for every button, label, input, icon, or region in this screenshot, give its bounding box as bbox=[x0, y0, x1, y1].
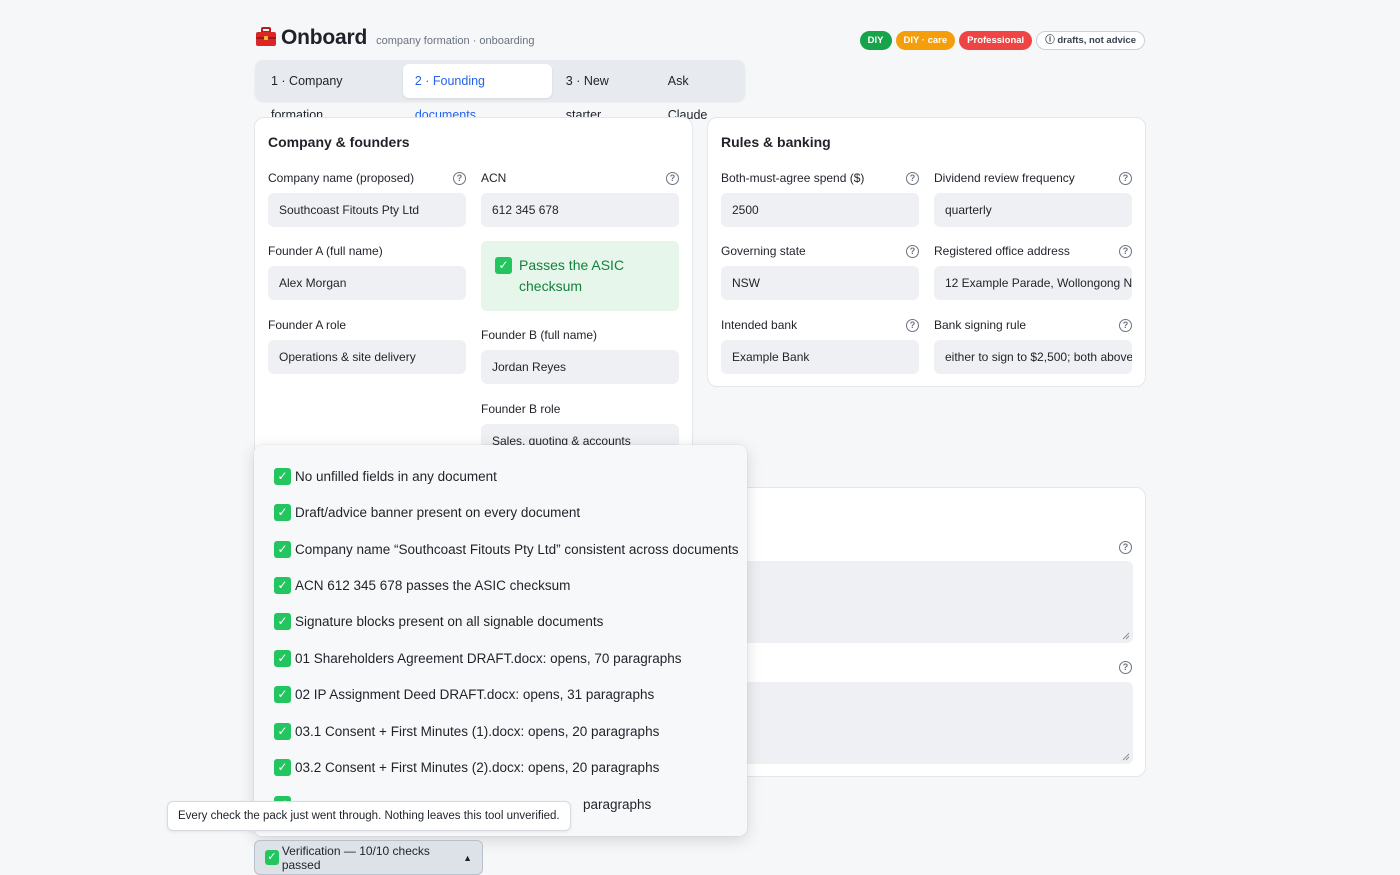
signing-input[interactable]: either to sign to $2,500; both above bbox=[934, 340, 1132, 374]
resize-handle-icon[interactable] bbox=[1122, 753, 1130, 761]
signing-label: Bank signing rule bbox=[934, 318, 1027, 332]
check-icon: ✓ bbox=[274, 723, 291, 740]
check-item: ✓ ACN 612 345 678 passes the ASIC checksu… bbox=[274, 577, 570, 594]
check-icon: ✓ bbox=[274, 613, 291, 630]
tab-company-formation[interactable]: 1 · Company formation bbox=[259, 64, 401, 122]
acn-checksum-status: ✓ Passes the ASIC checksum bbox=[481, 241, 679, 311]
chevron-up-icon: ▲ bbox=[463, 852, 472, 863]
check-icon: ✓ bbox=[274, 759, 291, 776]
help-icon[interactable]: ? bbox=[906, 319, 919, 332]
acn-check-text: Passes the ASIC checksum bbox=[519, 257, 625, 294]
verification-button-label: Verification — 10/10 checks passed bbox=[281, 843, 430, 872]
app-title: Onboard bbox=[281, 26, 368, 49]
state-input[interactable]: NSW bbox=[721, 266, 919, 300]
help-icon[interactable]: ? bbox=[1119, 245, 1132, 258]
acn-input[interactable]: 612 345 678 bbox=[481, 193, 679, 227]
details-textarea-2[interactable] bbox=[721, 682, 1133, 764]
spend-label: Both-must-agree spend ($) bbox=[721, 171, 865, 185]
badge-diy-care[interactable]: DIY · care bbox=[895, 31, 956, 50]
help-icon[interactable]: ? bbox=[1119, 541, 1132, 554]
state-label: Governing state bbox=[721, 244, 806, 258]
acn-label: ACN bbox=[481, 171, 507, 185]
check-item: ✓ 03.1 Consent + First Minutes (1).docx: … bbox=[274, 723, 659, 740]
check-icon: ✓ bbox=[274, 650, 291, 667]
card-title: Rules & banking bbox=[721, 134, 831, 150]
badge-professional[interactable]: Professional bbox=[959, 31, 1033, 50]
tab-new-starter[interactable]: 3 · New starter bbox=[554, 64, 654, 122]
help-icon[interactable]: ? bbox=[1119, 172, 1132, 185]
founder-a-input[interactable]: Alex Morgan bbox=[268, 266, 466, 300]
check-icon: ✓ bbox=[265, 850, 279, 865]
check-item: ✓ Signature blocks present on all signabl… bbox=[274, 613, 603, 630]
app-subtitle: company formation · onboarding bbox=[376, 35, 535, 47]
badge-diy[interactable]: DIY bbox=[859, 31, 892, 50]
resize-handle-icon[interactable] bbox=[1122, 632, 1130, 640]
dividend-label: Dividend review frequency bbox=[934, 171, 1075, 185]
help-icon[interactable]: ? bbox=[906, 172, 919, 185]
verification-toggle-button[interactable]: ✓ Verification — 10/10 checks passed ▲ bbox=[254, 840, 483, 875]
check-icon: ✓ bbox=[274, 504, 291, 521]
spend-input[interactable]: 2500 bbox=[721, 193, 919, 227]
check-item: ✓ Company name “Southcoast Fitouts Pty Lt… bbox=[274, 541, 738, 558]
details-textarea-1[interactable] bbox=[721, 561, 1133, 643]
bank-input[interactable]: Example Bank bbox=[721, 340, 919, 374]
office-label: Registered office address bbox=[934, 244, 1070, 258]
help-icon[interactable]: ? bbox=[1119, 661, 1132, 674]
check-item: ✓ 02 IP Assignment Deed DRAFT.docx: opens… bbox=[274, 686, 654, 703]
office-input[interactable]: 12 Example Parade, Wollongong NSW bbox=[934, 266, 1132, 300]
tab-ask-claude[interactable]: Ask Claude bbox=[656, 64, 739, 122]
check-item: ✓ Draft/advice banner present on every do… bbox=[274, 504, 580, 521]
founder-a-label: Founder A (full name) bbox=[268, 244, 383, 258]
bank-label: Intended bank bbox=[721, 318, 798, 332]
check-icon: ✓ bbox=[495, 257, 512, 274]
brand: Onboard company formation · onboarding bbox=[255, 24, 534, 50]
founder-a-role-input[interactable]: Operations & site delivery bbox=[268, 340, 466, 374]
toolbox-icon bbox=[256, 27, 276, 46]
rules-banking-card: Rules & banking Both-must-agree spend ($… bbox=[707, 117, 1146, 387]
verification-popover: ✓ No unfilled fields in any document ✓ Dra… bbox=[254, 445, 747, 836]
help-icon[interactable]: ? bbox=[666, 172, 679, 185]
badge-group: DIY DIY · care Professional ⓘ drafts, no… bbox=[859, 31, 1145, 50]
check-icon: ✓ bbox=[274, 541, 291, 558]
app-header: Onboard company formation · onboarding D… bbox=[255, 24, 1145, 56]
check-item: ✓ 03.2 Consent + First Minutes (2).docx: … bbox=[274, 759, 659, 776]
check-icon: ✓ bbox=[274, 686, 291, 703]
card-title: Company & founders bbox=[268, 134, 410, 150]
company-founders-card: Company & founders Company name (propose… bbox=[254, 117, 693, 458]
company-name-input[interactable]: Southcoast Fitouts Pty Ltd bbox=[268, 193, 466, 227]
founder-a-role-label: Founder A role bbox=[268, 318, 347, 332]
help-icon[interactable]: ? bbox=[906, 245, 919, 258]
help-icon[interactable]: ? bbox=[453, 172, 466, 185]
tab-bar: 1 · Company formation 2 · Founding docum… bbox=[255, 60, 745, 122]
details-card: ? ? bbox=[707, 487, 1146, 777]
dividend-input[interactable]: quarterly bbox=[934, 193, 1132, 227]
company-name-label: Company name (proposed) bbox=[268, 171, 415, 185]
tab-founding-documents[interactable]: 2 · Founding documents bbox=[402, 63, 552, 122]
check-icon: ✓ bbox=[274, 577, 291, 594]
founder-b-input[interactable]: Jordan Reyes bbox=[481, 350, 679, 384]
help-icon[interactable]: ? bbox=[1119, 319, 1132, 332]
check-item: ✓ 01 Shareholders Agreement DRAFT.docx: o… bbox=[274, 650, 681, 667]
founder-b-label: Founder B (full name) bbox=[481, 328, 598, 342]
verification-tooltip: Every check the pack just went through. … bbox=[167, 801, 571, 831]
founder-b-role-label: Founder B role bbox=[481, 402, 561, 416]
check-icon: ✓ bbox=[274, 468, 291, 485]
check-item: ✓ No unfilled fields in any document bbox=[274, 468, 497, 485]
badge-disclaimer[interactable]: ⓘ drafts, not advice bbox=[1036, 31, 1145, 50]
